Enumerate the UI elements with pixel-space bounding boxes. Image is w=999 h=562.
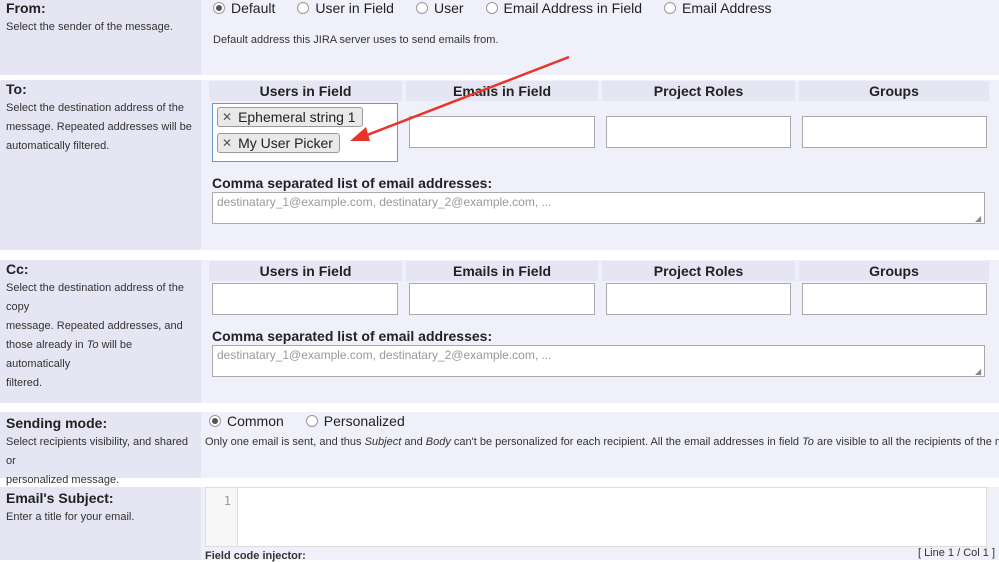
cc-col-users-in-field: Users in Field — [209, 261, 402, 281]
to-label-cell: To: Select the destination address of th… — [0, 80, 201, 250]
sending-mode-radio-group: Common Personalized — [209, 413, 427, 429]
subject-code-editor[interactable]: 1 — [205, 487, 987, 547]
to-project-roles-input[interactable] — [606, 116, 791, 148]
cc-col-groups: Groups — [799, 261, 989, 281]
remove-tag-icon[interactable]: ✕ — [222, 134, 232, 152]
editor-cursor-status: [ Line 1 / Col 1 ] — [917, 547, 995, 559]
cc-desc-line-4: filtered. — [6, 377, 43, 389]
radio-icon[interactable] — [664, 2, 677, 14]
cc-desc-line-1: Select the destination address of the co… — [6, 282, 184, 313]
sending-mode-content-cell: Common Personalized Only one email is se… — [201, 412, 999, 478]
cc-desc-line-3: those already in To will be automaticall… — [6, 339, 133, 370]
to-desc-line-1: Select the destination address of the — [6, 102, 184, 114]
sending-mode-radio-personalized[interactable]: Personalized — [305, 413, 405, 429]
to-section: To: Select the destination address of th… — [0, 80, 999, 250]
cc-csv-label: Comma separated list of email addresses: — [212, 328, 493, 344]
to-desc-line-2: message. Repeated addresses will be — [6, 121, 192, 133]
to-title: To: — [6, 81, 27, 97]
resize-handle-icon[interactable]: ◢ — [975, 214, 983, 223]
cc-section: Cc: Select the destination address of th… — [0, 260, 999, 403]
from-section: From: Select the sender of the message. … — [0, 0, 999, 75]
radio-icon[interactable] — [305, 415, 318, 427]
to-col-users-in-field: Users in Field — [209, 81, 402, 101]
cc-label-cell: Cc: Select the destination address of th… — [0, 260, 201, 403]
from-desc: Select the sender of the message. — [6, 21, 173, 33]
subject-section: Email's Subject: Enter a title for your … — [0, 487, 999, 562]
subject-desc: Enter a title for your email. — [6, 511, 135, 523]
cc-csv-placeholder: destinatary_1@example.com, destinatary_2… — [217, 348, 552, 362]
from-help: Default address this JIRA server uses to… — [213, 34, 499, 46]
sending-mode-section: Sending mode: Select recipients visibili… — [0, 412, 999, 486]
to-emails-in-field-input[interactable] — [409, 116, 595, 148]
radio-icon[interactable] — [485, 2, 498, 14]
to-csv-placeholder: destinatary_1@example.com, destinatary_2… — [217, 195, 552, 209]
field-code-injector-label: Field code injector: — [205, 550, 306, 562]
cc-csv-textarea[interactable]: destinatary_1@example.com, destinatary_2… — [212, 345, 985, 377]
to-col-project-roles: Project Roles — [602, 81, 795, 101]
subject-label-cell: Email's Subject: Enter a title for your … — [0, 487, 201, 560]
from-radio-user[interactable]: User — [415, 0, 464, 16]
to-col-emails-in-field: Emails in Field — [406, 81, 598, 101]
cc-col-emails-in-field: Emails in Field — [406, 261, 598, 281]
to-user-tag-1: ✕ Ephemeral string 1 — [217, 107, 363, 127]
editor-gutter: 1 — [206, 488, 238, 546]
to-col-groups: Groups — [799, 81, 989, 101]
cc-groups-input[interactable] — [802, 283, 987, 315]
subject-content-cell: 1 Field code injector: [ Line 1 / Col 1 … — [201, 487, 999, 562]
from-title: From: — [6, 0, 46, 16]
to-desc-line-3: automatically filtered. — [6, 140, 110, 152]
to-csv-textarea[interactable]: destinatary_1@example.com, destinatary_2… — [212, 192, 985, 224]
from-radio-group: Default User in Field User Email Address… — [213, 0, 794, 16]
from-content-cell: Default User in Field User Email Address… — [201, 0, 999, 75]
to-csv-label: Comma separated list of email addresses: — [212, 175, 493, 191]
line-number: 1 — [223, 494, 231, 508]
remove-tag-icon[interactable]: ✕ — [222, 108, 232, 126]
sending-mode-label-cell: Sending mode: Select recipients visibili… — [0, 412, 201, 486]
cc-users-in-field-input[interactable] — [212, 283, 398, 315]
sending-mode-radio-common[interactable]: Common — [209, 413, 284, 429]
from-radio-user-in-field[interactable]: User in Field — [297, 0, 394, 16]
sending-mode-desc-line-1: Select recipients visibility, and shared… — [6, 436, 188, 467]
from-radio-email-address[interactable]: Email Address — [664, 0, 772, 16]
from-radio-default[interactable]: Default — [213, 0, 275, 16]
radio-icon[interactable] — [297, 2, 310, 14]
sending-mode-help: Only one email is sent, and thus Subject… — [205, 436, 999, 448]
cc-desc-line-2: message. Repeated addresses, and — [6, 320, 183, 332]
from-label-cell: From: Select the sender of the message. — [0, 0, 201, 75]
cc-col-project-roles: Project Roles — [602, 261, 795, 281]
to-groups-input[interactable] — [802, 116, 987, 148]
cc-content-cell: Users in Field Emails in Field Project R… — [201, 260, 999, 403]
cc-emails-in-field-input[interactable] — [409, 283, 595, 315]
resize-handle-icon[interactable]: ◢ — [975, 367, 983, 376]
radio-checked-icon[interactable] — [209, 415, 221, 427]
sending-mode-title: Sending mode: — [6, 415, 108, 431]
cc-project-roles-input[interactable] — [606, 283, 791, 315]
cc-title: Cc: — [6, 261, 29, 277]
radio-checked-icon[interactable] — [213, 2, 225, 14]
subject-title: Email's Subject: — [6, 490, 114, 506]
to-user-tag-2: ✕ My User Picker — [217, 133, 340, 153]
radio-icon[interactable] — [415, 2, 428, 14]
to-content-cell: Users in Field Emails in Field Project R… — [201, 80, 999, 250]
from-radio-email-in-field[interactable]: Email Address in Field — [485, 0, 642, 16]
